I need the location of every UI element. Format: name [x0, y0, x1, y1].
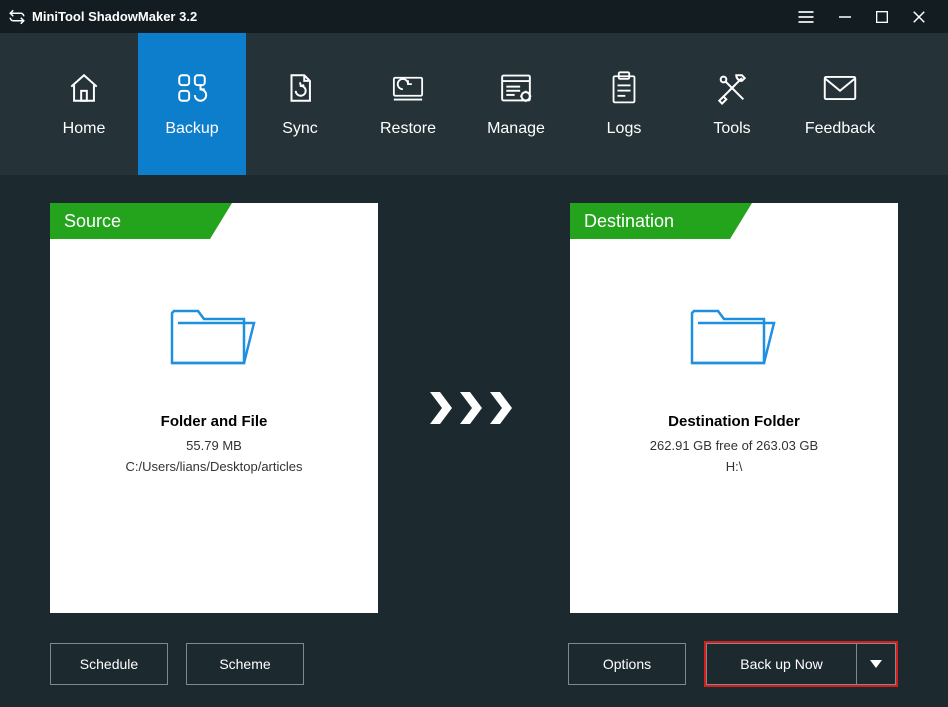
content-area: Source Folder and File 55.79 MB C:/Users… — [0, 175, 948, 707]
maximize-icon[interactable] — [874, 9, 890, 25]
nav-label: Manage — [487, 120, 545, 138]
app-window: MiniTool ShadowMaker 3.2 Home — [0, 0, 948, 707]
nav-sync[interactable]: Sync — [246, 33, 354, 175]
backup-now-button[interactable]: Back up Now — [706, 643, 856, 685]
destination-title: Destination Folder — [668, 413, 800, 430]
menu-icon[interactable] — [796, 7, 816, 27]
close-icon[interactable] — [910, 8, 928, 26]
app-title-wrap: MiniTool ShadowMaker 3.2 — [8, 8, 796, 26]
navbar: Home Backup Sync Restore Manage — [0, 33, 948, 175]
destination-free: 262.91 GB free of 263.03 GB — [650, 438, 818, 453]
source-panel[interactable]: Source Folder and File 55.79 MB C:/Users… — [50, 203, 378, 613]
source-body: Folder and File 55.79 MB C:/Users/lians/… — [50, 203, 378, 480]
nav-backup[interactable]: Backup — [138, 33, 246, 175]
titlebar: MiniTool ShadowMaker 3.2 — [0, 0, 948, 33]
schedule-label: Schedule — [80, 656, 138, 672]
nav-label: Logs — [607, 120, 642, 138]
app-logo-icon — [8, 8, 26, 26]
scheme-button[interactable]: Scheme — [186, 643, 304, 685]
nav-label: Sync — [282, 120, 318, 138]
destination-panel[interactable]: Destination Destination Folder 262.91 GB… — [570, 203, 898, 613]
folder-icon — [684, 293, 784, 373]
destination-header: Destination — [570, 203, 730, 239]
backup-now-group: Back up Now — [704, 641, 898, 687]
nav-logs[interactable]: Logs — [570, 33, 678, 175]
app-title: MiniTool ShadowMaker 3.2 — [32, 9, 197, 24]
manage-icon — [498, 70, 534, 106]
schedule-button[interactable]: Schedule — [50, 643, 168, 685]
backup-icon — [174, 70, 210, 106]
destination-path: H:\ — [726, 459, 743, 474]
chevron-down-icon — [870, 660, 882, 668]
folder-icon — [164, 293, 264, 373]
backup-now-dropdown[interactable] — [856, 643, 896, 685]
source-header: Source — [50, 203, 210, 239]
options-button[interactable]: Options — [568, 643, 686, 685]
source-header-label: Source — [64, 211, 121, 232]
nav-label: Tools — [713, 120, 750, 138]
destination-header-label: Destination — [584, 211, 674, 232]
feedback-icon — [822, 70, 858, 106]
transfer-arrows-icon — [378, 203, 570, 613]
nav-label: Restore — [380, 120, 436, 138]
nav-restore[interactable]: Restore — [354, 33, 462, 175]
tools-icon — [714, 70, 750, 106]
nav-label: Backup — [165, 120, 218, 138]
button-row: Schedule Scheme Options Back up Now — [50, 641, 898, 687]
nav-manage[interactable]: Manage — [462, 33, 570, 175]
backup-now-label: Back up Now — [740, 656, 822, 672]
logs-icon — [606, 70, 642, 106]
restore-icon — [390, 70, 426, 106]
panels-row: Source Folder and File 55.79 MB C:/Users… — [50, 203, 898, 613]
destination-body: Destination Folder 262.91 GB free of 263… — [570, 203, 898, 480]
source-title: Folder and File — [161, 413, 268, 430]
options-label: Options — [603, 656, 651, 672]
minimize-icon[interactable] — [836, 8, 854, 26]
nav-label: Feedback — [805, 120, 875, 138]
nav-home[interactable]: Home — [30, 33, 138, 175]
window-controls — [796, 7, 940, 27]
source-size: 55.79 MB — [186, 438, 242, 453]
scheme-label: Scheme — [219, 656, 270, 672]
source-path: C:/Users/lians/Desktop/articles — [126, 459, 303, 474]
nav-tools[interactable]: Tools — [678, 33, 786, 175]
nav-label: Home — [63, 120, 106, 138]
sync-icon — [282, 70, 318, 106]
nav-feedback[interactable]: Feedback — [786, 33, 894, 175]
home-icon — [66, 70, 102, 106]
